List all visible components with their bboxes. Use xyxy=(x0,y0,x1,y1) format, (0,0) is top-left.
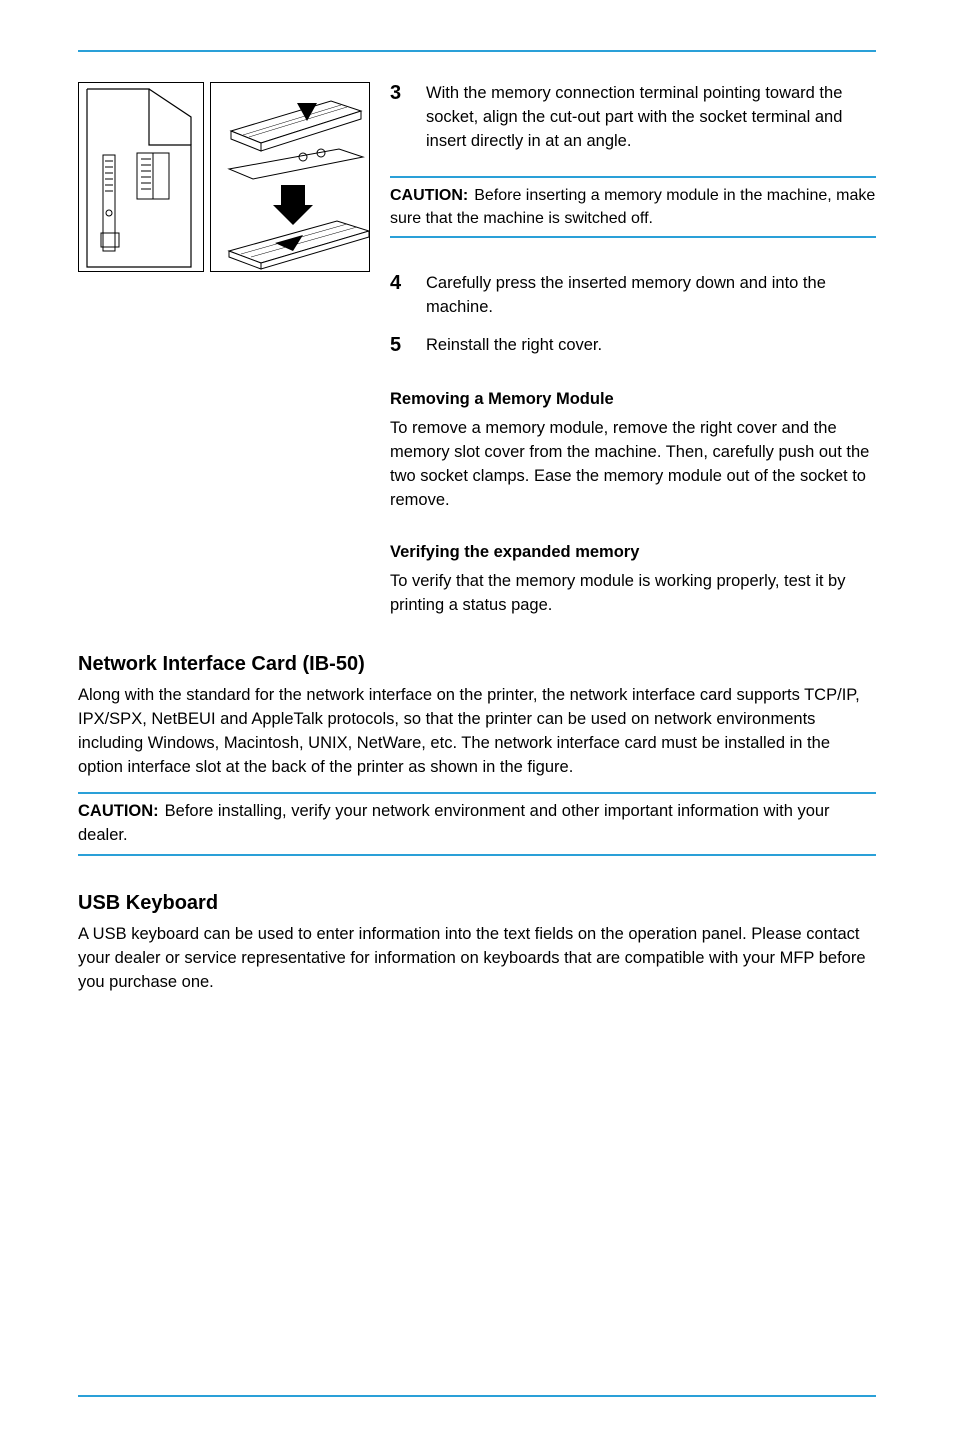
step3-row: 3 With the memory connection terminal po… xyxy=(78,82,876,617)
memory-insert-diagram xyxy=(210,82,370,272)
step-text: Carefully press the inserted memory down… xyxy=(426,272,876,320)
nic-title: Network Interface Card (IB-50) xyxy=(78,653,876,676)
footer-rule xyxy=(78,1395,876,1397)
diagram-pair xyxy=(78,82,370,617)
nic-caution: CAUTION:Before installing, verify your n… xyxy=(78,792,876,856)
caution-text: Before installing, verify your network e… xyxy=(78,802,830,844)
step-4: 4 Carefully press the inserted memory do… xyxy=(390,272,876,334)
step-text: Reinstall the right cover. xyxy=(426,334,602,358)
usb-text: A USB keyboard can be used to enter info… xyxy=(78,923,876,995)
caution-box: CAUTION:Before inserting a memory module… xyxy=(390,176,876,238)
step-number: 4 xyxy=(390,272,412,320)
step-number: 5 xyxy=(390,334,412,358)
page: 3 With the memory connection terminal po… xyxy=(0,0,954,1445)
page-footer xyxy=(78,1395,876,1405)
verifying-text: To verify that the memory module is work… xyxy=(390,570,876,618)
step-3: 3 With the memory connection terminal po… xyxy=(390,82,876,168)
printer-side-diagram xyxy=(78,82,204,272)
removing-text: To remove a memory module, remove the ri… xyxy=(390,417,876,513)
caution-label: CAUTION: xyxy=(78,802,159,820)
step3-right: 3 With the memory connection terminal po… xyxy=(390,82,876,617)
nic-text: Along with the standard for the network … xyxy=(78,684,876,780)
caution-label: CAUTION: xyxy=(390,187,468,204)
usb-title: USB Keyboard xyxy=(78,892,876,915)
verifying-title: Verifying the expanded memory xyxy=(390,543,876,562)
removing-title: Removing a Memory Module xyxy=(390,390,876,409)
header-rule xyxy=(78,50,876,52)
step-number: 3 xyxy=(390,82,412,154)
step-5: 5 Reinstall the right cover. xyxy=(390,334,876,372)
step-text: With the memory connection terminal poin… xyxy=(426,82,876,154)
